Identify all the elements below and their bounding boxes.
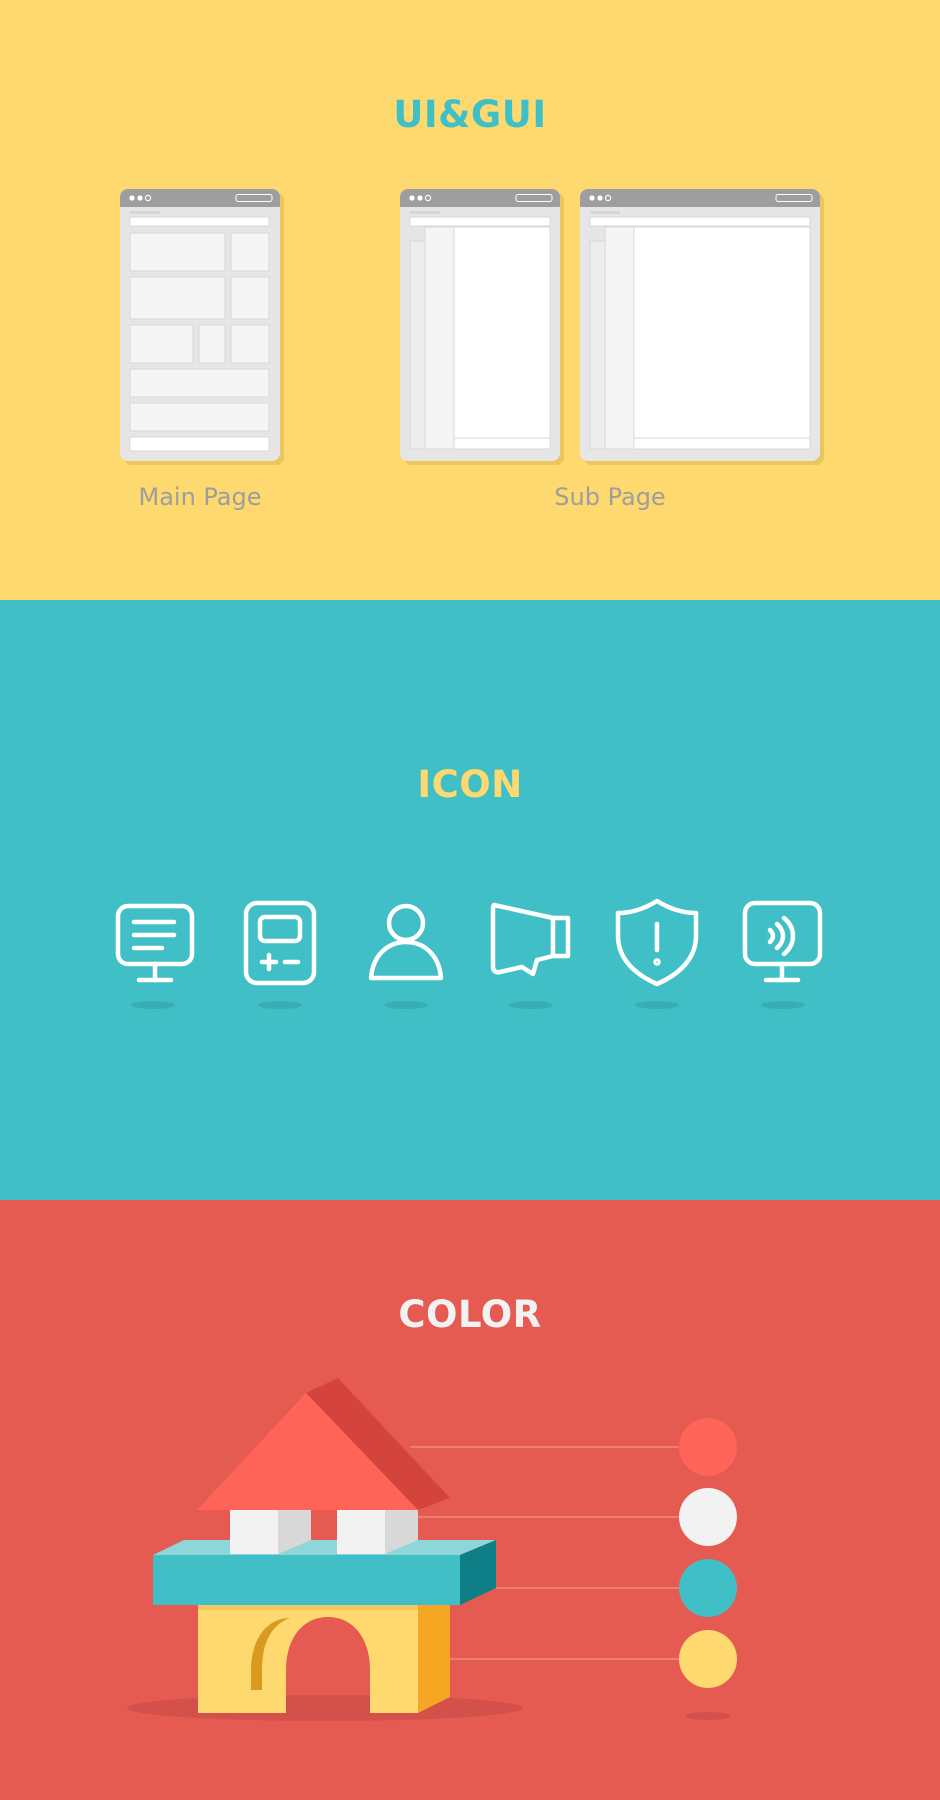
block-house-illustration [127,1378,737,1721]
megaphone-icon [490,902,571,977]
sub-page-label: Sub Page [554,483,666,511]
house-shadow [127,1695,523,1721]
swatch-yellow [679,1630,737,1688]
icon-row [115,898,823,1009]
user-icon [368,903,444,981]
sub-page-mockup-narrow [400,189,564,465]
swatch-red [679,1418,737,1476]
icon-section: ICON [0,600,940,1200]
main-page-label: Main Page [138,483,262,511]
color-swatches [679,1418,737,1720]
icon-shadows [131,1001,805,1009]
teal-beam-block [153,1540,496,1605]
red-roof-block [197,1378,450,1510]
ui-gui-section: UI&GUI Main Page Sub Page [0,0,940,600]
swatch-teal [679,1559,737,1617]
message-monitor-icon [115,903,195,983]
color-section: COLOR [0,1200,940,1800]
calculator-icon [243,900,317,986]
sub-page-mockup-wide [580,189,824,465]
swatch-white [679,1488,737,1546]
shield-alert-icon [615,898,699,987]
broadcast-monitor-icon [742,900,823,983]
main-page-mockup [120,189,284,465]
ui-gui-title: UI&GUI [393,93,547,136]
